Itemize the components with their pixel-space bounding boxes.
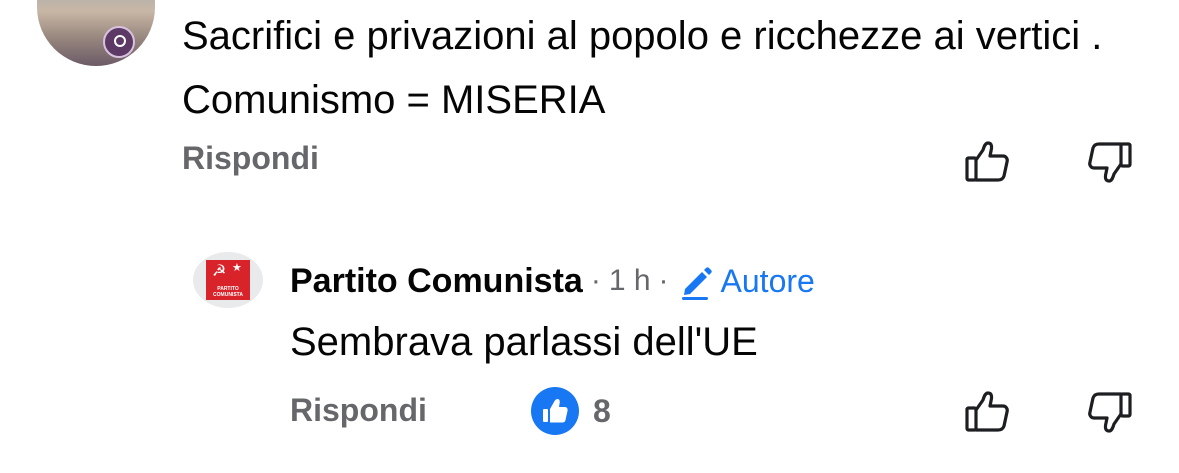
comment-text: Sacrifici e privazioni al popolo e ricch… <box>182 14 1103 122</box>
reply-button[interactable]: Rispondi <box>182 140 319 177</box>
author-name[interactable]: Partito Comunista <box>290 262 583 301</box>
like-count: 8 <box>593 392 611 429</box>
thumbs-down-icon[interactable] <box>1086 138 1134 186</box>
thumbs-down-icon[interactable] <box>1086 388 1134 436</box>
reply-header: Partito Comunista · 1 h · Autore <box>290 258 815 304</box>
reaction-summary[interactable]: 8 <box>531 387 611 435</box>
author-badge-label: Autore <box>720 262 815 299</box>
party-logo: ☭ ★ PARTITO COMUNISTA <box>206 260 250 300</box>
commenter-avatar[interactable] <box>37 0 155 66</box>
star-icon: ★ <box>232 262 242 274</box>
reply-button[interactable]: Rispondi <box>290 392 427 429</box>
like-reaction-icon <box>531 387 579 435</box>
author-badge: Autore <box>677 262 815 300</box>
logo-text: PARTITO COMUNISTA <box>213 286 243 298</box>
hammer-sickle-icon: ☭ <box>212 263 227 280</box>
separator-dot: · <box>658 264 669 297</box>
author-avatar[interactable]: ☭ ★ PARTITO COMUNISTA <box>193 252 263 308</box>
thumbs-up-icon[interactable] <box>963 138 1011 186</box>
separator-dot: · <box>590 264 601 297</box>
pencil-icon <box>681 267 712 300</box>
thumbs-up-icon[interactable] <box>963 388 1011 436</box>
timestamp[interactable]: 1 h <box>609 264 651 298</box>
reply-text: Sembrava parlassi dell'UE <box>290 320 758 364</box>
profile-frame-icon <box>103 26 135 58</box>
